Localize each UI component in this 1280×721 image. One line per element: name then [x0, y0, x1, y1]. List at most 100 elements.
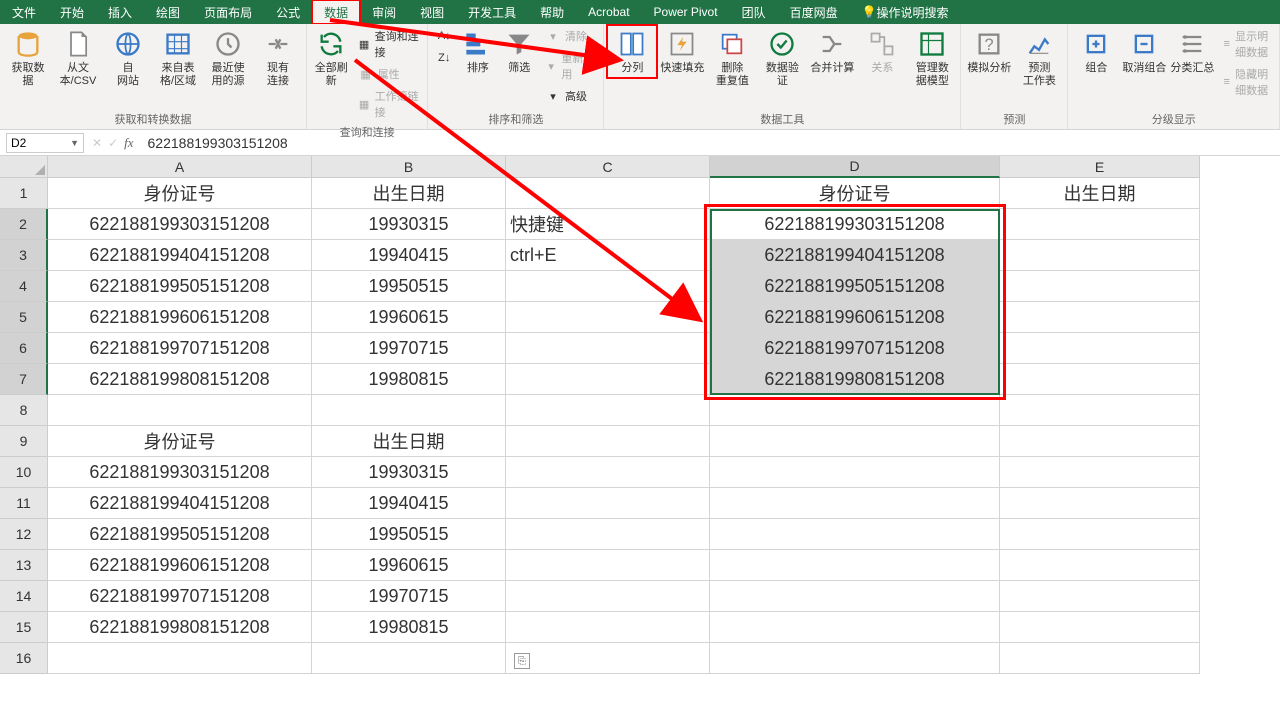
cell-A14[interactable]: 622188199707151208: [48, 581, 312, 612]
cell-B8[interactable]: [312, 395, 506, 426]
cell-D8[interactable]: [710, 395, 1000, 426]
confirm-icon[interactable]: ✓: [108, 136, 118, 150]
cell-B2[interactable]: 19930315: [312, 209, 506, 240]
cell-B10[interactable]: 19930315: [312, 457, 506, 488]
cell-E14[interactable]: [1000, 581, 1200, 612]
filter-item-2[interactable]: ▾高级: [541, 86, 599, 106]
cell-E3[interactable]: [1000, 240, 1200, 271]
tab-帮助[interactable]: 帮助: [528, 0, 576, 24]
cell-C14[interactable]: [506, 581, 710, 612]
get-data-btn-3[interactable]: 来自表 格/区域: [154, 26, 202, 90]
outline-btn-1[interactable]: 取消组合: [1120, 26, 1168, 77]
cell-B4[interactable]: 19950515: [312, 271, 506, 302]
tell-me-search[interactable]: 💡 操作说明搜索: [850, 0, 961, 24]
cell-D1[interactable]: 身份证号: [710, 178, 1000, 209]
get-data-btn-5[interactable]: 现有 连接: [254, 26, 302, 90]
cell-D5[interactable]: 622188199606151208: [710, 302, 1000, 333]
cell-C8[interactable]: [506, 395, 710, 426]
name-box[interactable]: D2 ▼: [6, 133, 84, 153]
data-tool-btn-6[interactable]: 管理数 据模型: [908, 26, 956, 90]
cell-A13[interactable]: 622188199606151208: [48, 550, 312, 581]
cell-E1[interactable]: 出生日期: [1000, 178, 1200, 209]
cell-C6[interactable]: [506, 333, 710, 364]
tab-页面布局[interactable]: 页面布局: [192, 0, 264, 24]
cell-A3[interactable]: 622188199404151208: [48, 240, 312, 271]
row-header[interactable]: 12: [0, 519, 48, 550]
cell-A8[interactable]: [48, 395, 312, 426]
cell-B6[interactable]: 19970715: [312, 333, 506, 364]
cell-C11[interactable]: [506, 488, 710, 519]
cell-D6[interactable]: 622188199707151208: [710, 333, 1000, 364]
cell-C13[interactable]: [506, 550, 710, 581]
cell-B11[interactable]: 19940415: [312, 488, 506, 519]
row-header[interactable]: 1: [0, 178, 48, 209]
tab-开始[interactable]: 开始: [48, 0, 96, 24]
col-header-D[interactable]: D: [710, 156, 1000, 178]
cell-C12[interactable]: [506, 519, 710, 550]
cancel-icon[interactable]: ✕: [92, 136, 102, 150]
row-header[interactable]: 3: [0, 240, 48, 271]
cell-B13[interactable]: 19960615: [312, 550, 506, 581]
cell-B15[interactable]: 19980815: [312, 612, 506, 643]
cell-C7[interactable]: [506, 364, 710, 395]
cell-E12[interactable]: [1000, 519, 1200, 550]
cell-E9[interactable]: [1000, 426, 1200, 457]
cell-E11[interactable]: [1000, 488, 1200, 519]
cell-A6[interactable]: 622188199707151208: [48, 333, 312, 364]
tab-百度网盘[interactable]: 百度网盘: [778, 0, 850, 24]
fx-icon[interactable]: fx: [124, 135, 133, 151]
cell-E2[interactable]: [1000, 209, 1200, 240]
row-header[interactable]: 16: [0, 643, 48, 674]
cell-E5[interactable]: [1000, 302, 1200, 333]
sort-button[interactable]: 排序: [458, 26, 497, 77]
tab-团队[interactable]: 团队: [730, 0, 778, 24]
row-header[interactable]: 10: [0, 457, 48, 488]
tab-审阅[interactable]: 审阅: [360, 0, 408, 24]
cell-B14[interactable]: 19970715: [312, 581, 506, 612]
cell-B9[interactable]: 出生日期: [312, 426, 506, 457]
get-data-btn-4[interactable]: 最近使 用的源: [204, 26, 252, 90]
cell-E16[interactable]: [1000, 643, 1200, 674]
row-header[interactable]: 14: [0, 581, 48, 612]
cell-C4[interactable]: [506, 271, 710, 302]
cell-D2[interactable]: 622188199303151208: [710, 209, 1000, 240]
row-header[interactable]: 9: [0, 426, 48, 457]
tab-视图[interactable]: 视图: [408, 0, 456, 24]
cell-A1[interactable]: 身份证号: [48, 178, 312, 209]
cell-C1[interactable]: [506, 178, 710, 209]
get-data-btn-1[interactable]: 从文 本/CSV: [54, 26, 102, 90]
row-header[interactable]: 8: [0, 395, 48, 426]
cell-D10[interactable]: [710, 457, 1000, 488]
cell-A4[interactable]: 622188199505151208: [48, 271, 312, 302]
cell-B3[interactable]: 19940415: [312, 240, 506, 271]
cell-D15[interactable]: [710, 612, 1000, 643]
smart-tag-icon[interactable]: ⎘: [514, 653, 530, 669]
cell-D13[interactable]: [710, 550, 1000, 581]
outline-btn-2[interactable]: 分类汇总: [1168, 26, 1216, 77]
forecast-btn-0[interactable]: ?模拟分析: [965, 26, 1013, 77]
row-header[interactable]: 15: [0, 612, 48, 643]
cell-D12[interactable]: [710, 519, 1000, 550]
cell-B1[interactable]: 出生日期: [312, 178, 506, 209]
col-header-C[interactable]: C: [506, 156, 710, 178]
cell-D3[interactable]: 622188199404151208: [710, 240, 1000, 271]
tab-开发工具[interactable]: 开发工具: [456, 0, 528, 24]
row-header[interactable]: 11: [0, 488, 48, 519]
cell-A11[interactable]: 622188199404151208: [48, 488, 312, 519]
cell-A12[interactable]: 622188199505151208: [48, 519, 312, 550]
cell-C15[interactable]: [506, 612, 710, 643]
text-to-columns-button[interactable]: 分列: [608, 26, 656, 77]
data-tool-btn-3[interactable]: 数据验 证: [758, 26, 806, 90]
get-data-btn-0[interactable]: 获取数 据: [4, 26, 52, 90]
col-header-B[interactable]: B: [312, 156, 506, 178]
row-header[interactable]: 7: [0, 364, 48, 395]
outline-btn-0[interactable]: 组合: [1072, 26, 1120, 77]
row-header[interactable]: 5: [0, 302, 48, 333]
tab-绘图[interactable]: 绘图: [144, 0, 192, 24]
cell-E10[interactable]: [1000, 457, 1200, 488]
tab-Acrobat[interactable]: Acrobat: [576, 0, 641, 24]
cell-C9[interactable]: [506, 426, 710, 457]
tab-数据[interactable]: 数据: [312, 0, 360, 24]
col-header-A[interactable]: A: [48, 156, 312, 178]
tab-文件[interactable]: 文件: [0, 0, 48, 24]
